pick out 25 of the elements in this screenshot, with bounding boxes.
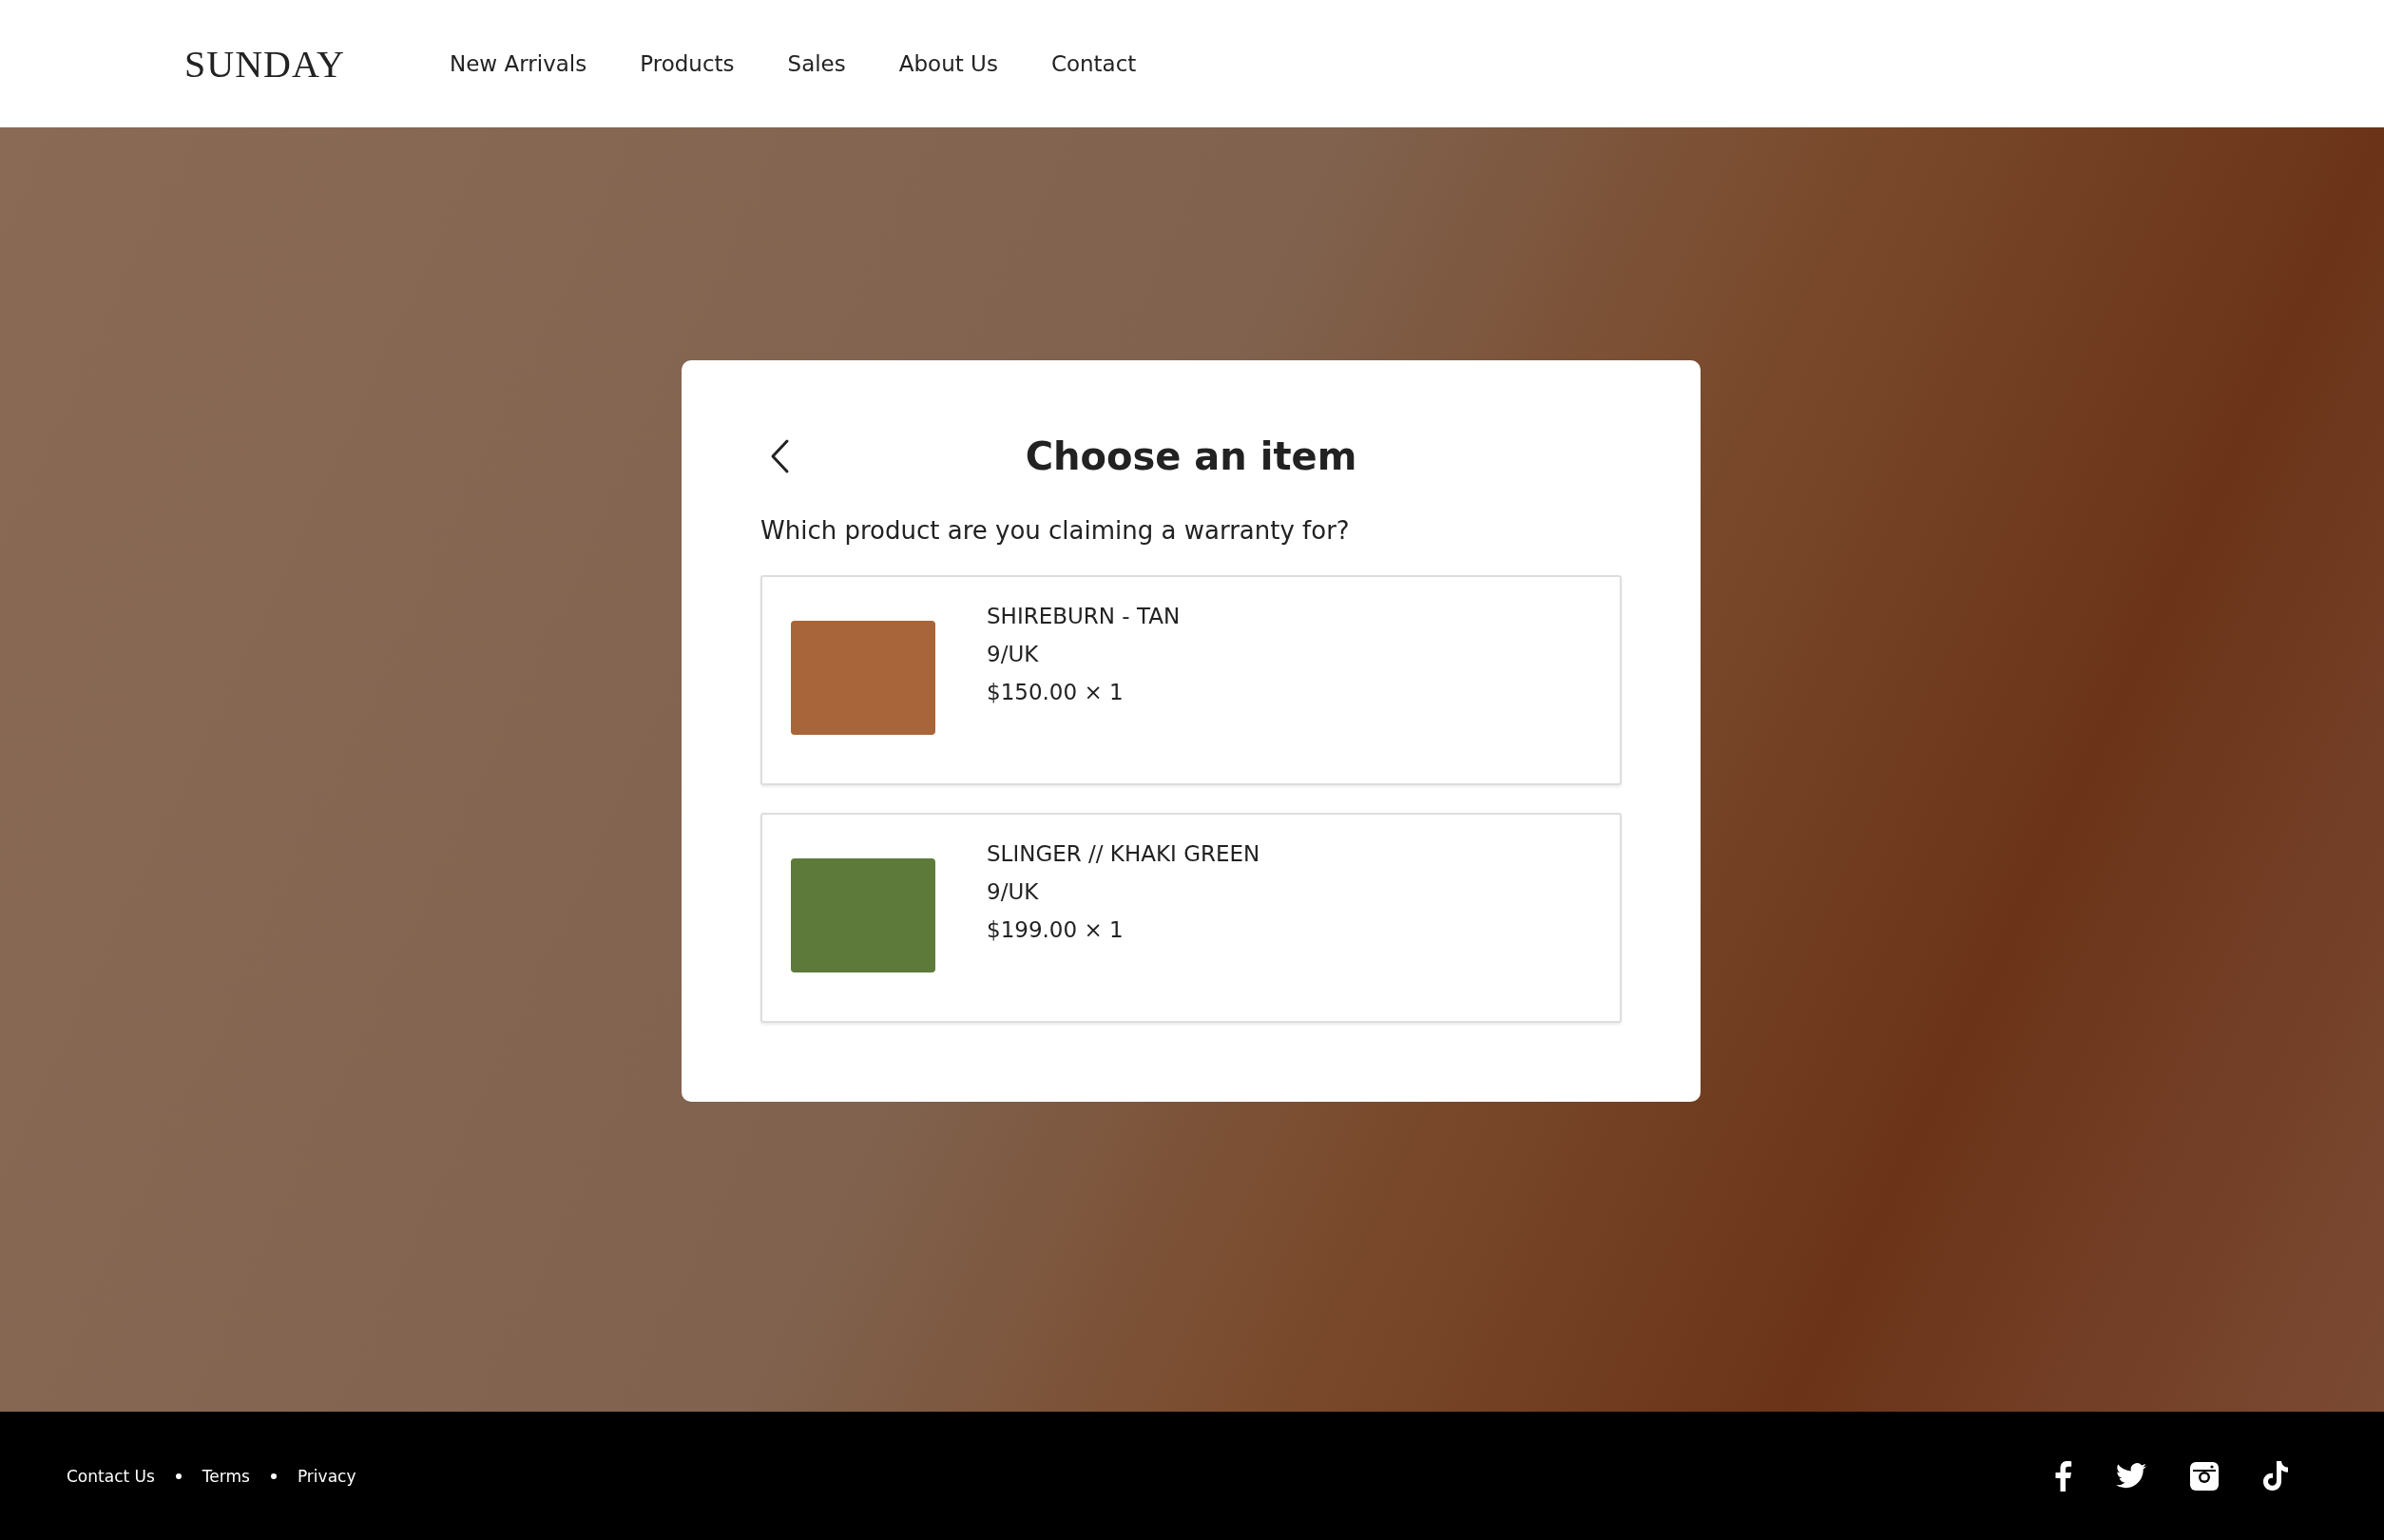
nav-link[interactable]: Contact — [1050, 51, 1137, 76]
product-price: $150.00 × 1 — [987, 680, 1125, 704]
product-option[interactable]: SHIREBURN - TAN 9/UK $150.00 × 1 — [760, 575, 1622, 785]
product-name: SLINGER // KHAKI GREEN — [987, 841, 1260, 866]
product-size: 9/UK — [987, 879, 1040, 904]
logo[interactable]: SUNDAY — [184, 41, 345, 87]
bullet-icon — [270, 1473, 277, 1479]
footer-link[interactable]: Terms — [202, 1466, 250, 1486]
nav-link[interactable]: Sales — [787, 51, 846, 76]
product-size: 9/UK — [987, 642, 1040, 666]
question-text: Which product are you claiming a warranty for? — [760, 516, 1351, 545]
nav-link[interactable]: About Us — [898, 51, 998, 76]
footer-link[interactable]: Privacy — [297, 1466, 356, 1486]
twitter-icon[interactable] — [2116, 1463, 2146, 1489]
instagram-icon[interactable] — [2190, 1461, 2219, 1491]
product-option[interactable]: SLINGER // KHAKI GREEN 9/UK $199.00 × 1 — [760, 813, 1622, 1023]
tiktok-icon[interactable] — [2262, 1460, 2289, 1492]
product-name: SHIREBURN - TAN — [987, 604, 1181, 628]
product-price: $199.00 × 1 — [987, 917, 1125, 942]
bullet-icon — [175, 1473, 182, 1479]
nav-link[interactable]: New Arrivals — [450, 51, 587, 76]
nav-link[interactable]: Products — [640, 51, 735, 76]
facebook-icon[interactable] — [2053, 1460, 2072, 1492]
dialog-title: Choose an item — [1025, 434, 1357, 478]
footer-link[interactable]: Contact Us — [67, 1466, 155, 1486]
